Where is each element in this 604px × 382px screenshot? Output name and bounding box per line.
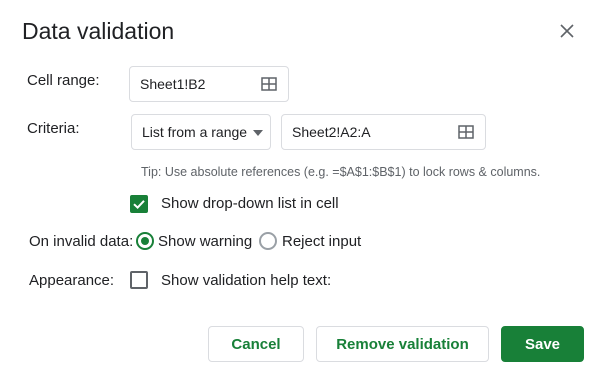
dialog-title: Data validation [22,18,175,44]
show-dropdown-label: Show drop-down list in cell [161,195,339,212]
check-icon [133,200,145,210]
data-validation-dialog: Data validation Cell range: Sheet1!B2 Cr… [0,0,604,382]
show-help-text-label: Show validation help text: [161,272,332,289]
tip-text: Tip: Use absolute references (e.g. =$A$1… [141,165,541,179]
reject-input-label: Reject input [282,233,362,250]
grid-icon[interactable] [261,77,277,91]
chevron-down-icon [253,130,263,136]
grid-icon[interactable] [458,125,474,139]
show-dropdown-checkbox[interactable] [130,195,148,213]
show-help-text-checkbox[interactable] [130,271,148,289]
criteria-range-input[interactable]: Sheet2!A2:A [281,114,486,150]
show-warning-radio[interactable] [136,232,154,250]
save-button[interactable]: Save [501,326,584,362]
show-warning-label: Show warning [158,233,253,250]
cell-range-input[interactable]: Sheet1!B2 [129,66,289,102]
remove-validation-button[interactable]: Remove validation [316,326,489,362]
cancel-button[interactable]: Cancel [208,326,304,362]
reject-input-radio[interactable] [259,232,277,250]
criteria-type-value: List from a range [142,124,248,140]
cell-range-label: Cell range: [27,72,100,89]
invalid-data-label: On invalid data: [29,233,134,250]
criteria-range-value: Sheet2!A2:A [292,124,371,140]
criteria-label: Criteria: [27,120,80,137]
criteria-type-dropdown[interactable]: List from a range [131,114,271,150]
cell-range-value: Sheet1!B2 [140,76,206,92]
appearance-label: Appearance: [29,272,115,289]
close-icon[interactable] [557,21,577,41]
